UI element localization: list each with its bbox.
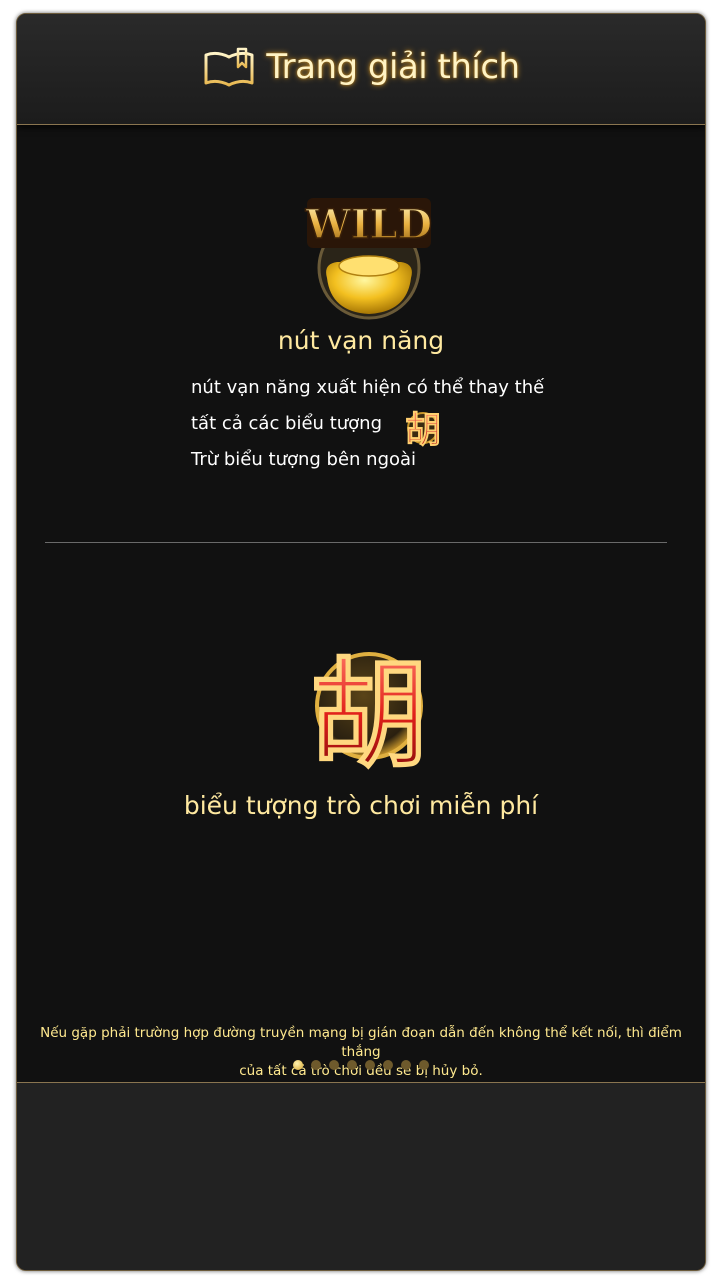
footer-bar: [17, 1082, 705, 1270]
page-dot-5[interactable]: [365, 1060, 375, 1070]
header-title-group: Trang giải thích: [202, 45, 520, 89]
free-game-mini-icon: 胡: [405, 410, 442, 450]
page-indicator: [17, 1060, 705, 1070]
page-dot-7[interactable]: [401, 1060, 411, 1070]
book-icon: [204, 47, 254, 87]
wild-desc-line1: nút vạn năng xuất hiện có thể thay thế: [191, 377, 545, 398]
wild-desc-line3: Trừ biểu tượng bên ngoài: [191, 449, 417, 470]
wild-symbol-icon: WILD: [304, 198, 433, 320]
wild-badge-text: WILD: [305, 201, 432, 248]
mini-hu-char: 胡: [405, 410, 441, 450]
free-game-symbol-icon: 胡: [309, 645, 429, 774]
help-panel: Trang giải thích WILD nút vạn năng nút v…: [16, 13, 706, 1271]
page-dot-4[interactable]: [347, 1060, 357, 1070]
free-game-title: biểu tượng trò chơi miễn phí: [183, 791, 539, 820]
section-divider: [45, 542, 667, 543]
page-dot-8[interactable]: [419, 1060, 429, 1070]
wild-title: nút vạn năng: [277, 326, 445, 355]
page-dot-1[interactable]: [293, 1060, 303, 1070]
page-dot-6[interactable]: [383, 1060, 393, 1070]
notice-line1: Nếu gặp phải trường hợp đường truyền mạn…: [40, 1025, 682, 1060]
wild-desc-line2: tất cả các biểu tượng: [191, 413, 383, 434]
page-dot-2[interactable]: [311, 1060, 321, 1070]
network-notice: Nếu gặp phải trường hợp đường truyền mạn…: [37, 1024, 685, 1081]
hu-char: 胡: [310, 646, 428, 774]
page-dot-3[interactable]: [329, 1060, 339, 1070]
page-title: Trang giải thích: [266, 47, 520, 87]
header-bar: Trang giải thích: [17, 14, 705, 125]
